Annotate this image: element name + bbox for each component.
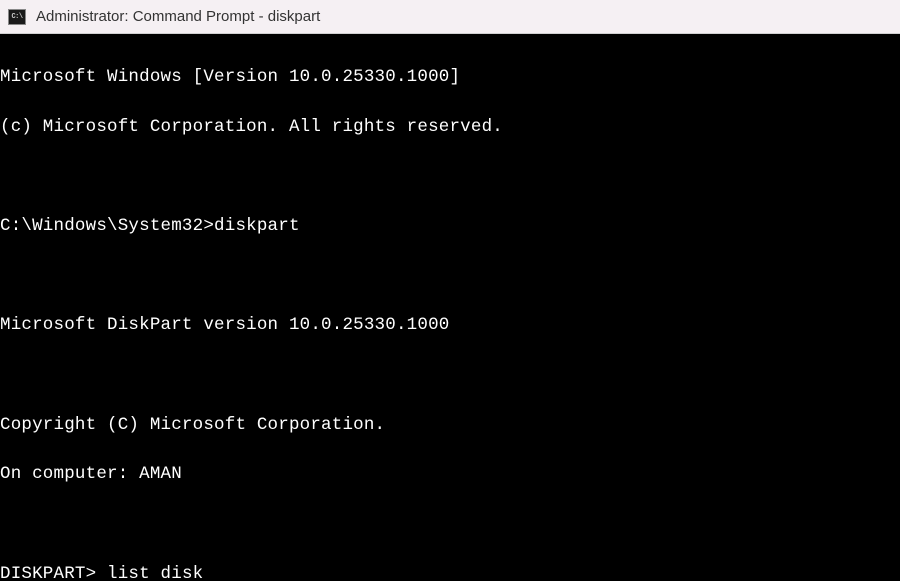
os-copyright-line: (c) Microsoft Corporation. All rights re… bbox=[0, 115, 900, 140]
diskpart-command: list disk bbox=[107, 564, 203, 581]
prompt-path: C:\Windows\System32> bbox=[0, 216, 214, 236]
terminal-output[interactable]: Microsoft Windows [Version 10.0.25330.10… bbox=[0, 34, 900, 581]
prompt-line: C:\Windows\System32>diskpart bbox=[0, 214, 900, 239]
blank-line bbox=[0, 363, 900, 388]
diskpart-copyright-line: Copyright (C) Microsoft Corporation. bbox=[0, 413, 900, 438]
blank-line bbox=[0, 512, 900, 537]
diskpart-prompt: DISKPART> bbox=[0, 564, 107, 581]
blank-line bbox=[0, 264, 900, 289]
blank-line bbox=[0, 164, 900, 189]
os-version-line: Microsoft Windows [Version 10.0.25330.10… bbox=[0, 65, 900, 90]
diskpart-prompt-line: DISKPART> list disk bbox=[0, 562, 900, 581]
diskpart-version-line: Microsoft DiskPart version 10.0.25330.10… bbox=[0, 313, 900, 338]
cmd-icon: C:\ bbox=[8, 9, 26, 25]
prompt-command: diskpart bbox=[214, 216, 300, 236]
on-computer-line: On computer: AMAN bbox=[0, 462, 900, 487]
window-title: Administrator: Command Prompt - diskpart bbox=[36, 8, 320, 25]
window-titlebar: C:\ Administrator: Command Prompt - disk… bbox=[0, 0, 900, 34]
